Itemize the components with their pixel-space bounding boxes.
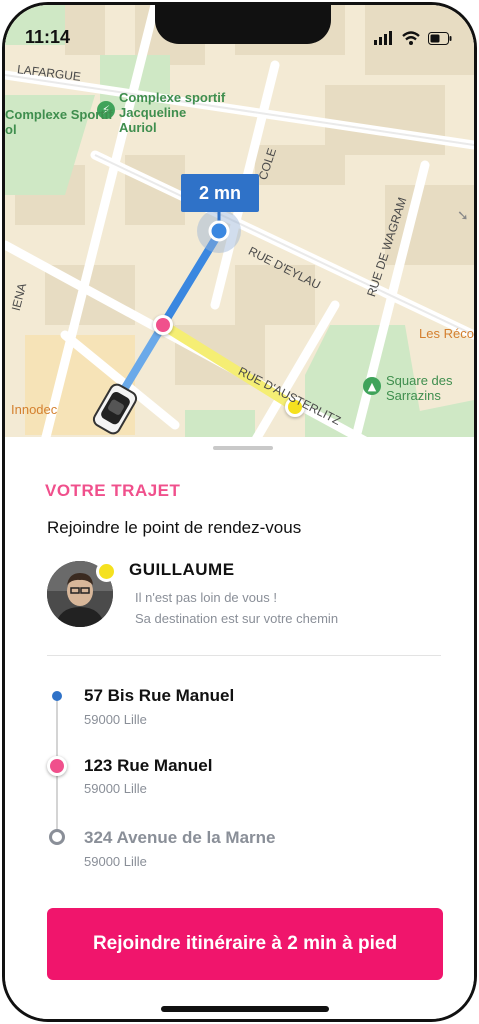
section-title: VOTRE TRAJET: [45, 481, 181, 500]
driver-name: GUILLAUME: [129, 560, 235, 579]
battery-icon: [428, 31, 452, 45]
phone-screen: 2 mn LAFARGUE RUE D'EYLAU RUE DE WAGRAM …: [0, 0, 479, 1024]
driver-status-dot: [96, 561, 117, 582]
stop-destination-marker: [49, 829, 65, 845]
stop-pickup-marker: [47, 756, 67, 776]
status-time: 11:14: [25, 27, 71, 47]
stop-start-marker: [52, 691, 62, 701]
stop-title: 57 Bis Rue Manuel: [84, 686, 235, 705]
eta-badge: 2 mn: [181, 174, 259, 212]
map-view[interactable]: 2 mn LAFARGUE RUE D'EYLAU RUE DE WAGRAM …: [5, 5, 474, 441]
home-indicator[interactable]: [161, 1006, 329, 1012]
stop-title: 123 Rue Manuel: [84, 756, 213, 775]
pickup-point-marker[interactable]: [153, 315, 173, 335]
divider: [47, 655, 441, 656]
trip-subtitle: Rejoindre le point de rendez-vous: [47, 518, 302, 537]
join-route-button[interactable]: Rejoindre itinéraire à 2 min à pied: [47, 908, 443, 980]
stop-city: 59000 Lille: [84, 781, 147, 796]
device-notch: [155, 5, 331, 44]
driver-note-line2: Sa destination est sur votre chemin: [135, 611, 339, 626]
poi-complexe-left: Complexe Sportif ol: [5, 107, 113, 137]
stop-city: 59000 Lille: [84, 712, 147, 727]
poi-complexe-jacqueline: Complexe sportif Jacqueline Auriol: [119, 90, 226, 135]
park-poi-icon: ▲: [363, 377, 381, 395]
signal-icon: [374, 31, 392, 45]
timeline-connector: [56, 769, 58, 829]
sheet-drag-handle[interactable]: [213, 446, 273, 450]
device-frame: 2 mn LAFARGUE RUE D'EYLAU RUE DE WAGRAM …: [2, 2, 477, 1022]
status-icons: [374, 31, 452, 45]
poi-innodec: Innodec: [11, 402, 58, 417]
wifi-icon: [402, 31, 420, 45]
poi-square: Square des Sarrazins: [386, 373, 453, 403]
compass-arrow-icon: ➘: [457, 208, 469, 224]
driver-note-line1: Il n'est pas loin de vous !: [135, 590, 277, 605]
poi-les-reco: Les Réco: [419, 326, 474, 341]
timeline-connector: [56, 700, 58, 760]
stop-title-destination: 324 Avenue de la Marne: [84, 828, 276, 847]
stop-city: 59000 Lille: [84, 854, 147, 869]
